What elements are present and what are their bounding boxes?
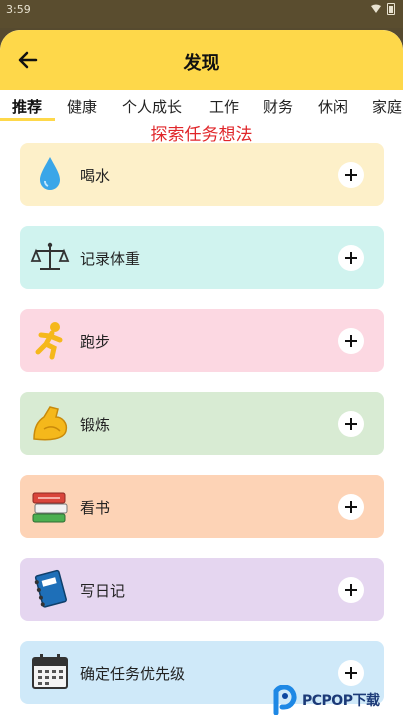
- task-card-record-weight[interactable]: 记录体重: [20, 226, 384, 289]
- add-task-button[interactable]: [338, 577, 364, 603]
- pcpop-logo-icon: [273, 685, 297, 715]
- status-bar: 3:59: [0, 0, 403, 28]
- task-card-label: 喝水: [80, 167, 111, 185]
- task-card-label: 写日记: [80, 582, 126, 600]
- add-task-button[interactable]: [338, 494, 364, 520]
- add-task-button[interactable]: [338, 162, 364, 188]
- task-card-label: 记录体重: [80, 250, 141, 268]
- task-card-read-books[interactable]: 看书: [20, 475, 384, 538]
- page-title: 发现: [183, 53, 220, 74]
- wifi-icon: [371, 4, 381, 13]
- watermark-text: PCPOP下载: [302, 693, 380, 709]
- runner-icon: [35, 322, 63, 360]
- task-card-label: 确定任务优先级: [80, 665, 186, 683]
- tab-personal-growth[interactable]: 个人成长: [122, 96, 182, 117]
- status-icons: [371, 3, 395, 15]
- section-subtitle: 探索任务想法: [150, 125, 253, 145]
- battery-icon: [387, 3, 395, 15]
- notebook-icon: [34, 569, 67, 608]
- flexed-biceps-icon: [33, 406, 68, 441]
- task-card-write-diary[interactable]: 写日记: [20, 558, 384, 621]
- tab-leisure[interactable]: 休闲: [318, 96, 348, 117]
- tab-work[interactable]: 工作: [209, 96, 239, 117]
- task-card-running[interactable]: 跑步: [20, 309, 384, 372]
- tab-family[interactable]: 家庭: [372, 96, 402, 117]
- tab-finance[interactable]: 财务: [263, 96, 293, 117]
- add-task-button[interactable]: [338, 411, 364, 437]
- tab-recommended[interactable]: 推荐: [12, 96, 42, 117]
- water-drop-icon: [40, 157, 60, 190]
- status-time: 3:59: [6, 3, 31, 16]
- discover-sheet: 发现 推荐 健康 个人成长 工作 财务 休闲 家庭 探索任务想法 喝水 记录体重: [0, 30, 403, 720]
- task-card-label: 锻炼: [80, 416, 111, 434]
- books-icon: [32, 492, 68, 523]
- task-card-label: 跑步: [80, 333, 111, 351]
- scale-icon: [30, 242, 70, 270]
- header: 发现: [0, 30, 403, 90]
- task-card-drink-water[interactable]: 喝水: [20, 143, 384, 206]
- add-task-button[interactable]: [338, 328, 364, 354]
- category-tabs: 推荐 健康 个人成长 工作 财务 休闲 家庭: [0, 90, 403, 122]
- task-card-exercise[interactable]: 锻炼: [20, 392, 384, 455]
- add-task-button[interactable]: [338, 245, 364, 271]
- task-card-label: 看书: [80, 499, 111, 517]
- calendar-icon: [32, 654, 68, 689]
- pcpop-watermark-logo: PCPOP下载: [272, 682, 397, 718]
- tab-health[interactable]: 健康: [67, 96, 97, 117]
